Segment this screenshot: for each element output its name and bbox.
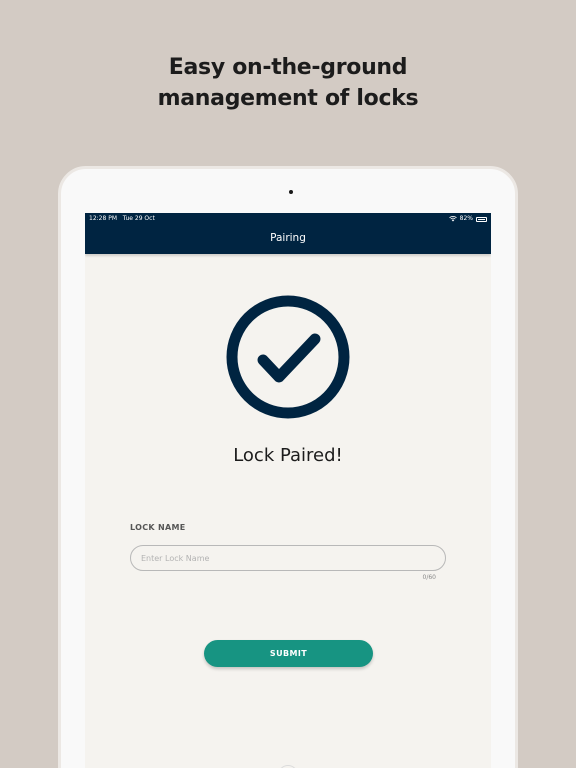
battery-icon xyxy=(476,216,487,222)
headline-line-2: management of locks xyxy=(157,86,419,111)
status-date: Tue 29 Oct xyxy=(122,215,155,222)
battery-percent: 82% xyxy=(459,215,473,222)
status-time: 12:28 PM xyxy=(89,215,117,222)
lock-name-input[interactable] xyxy=(130,545,446,571)
nav-title: Pairing xyxy=(270,232,306,244)
page-headline: Easy on-the-ground management of locks xyxy=(0,52,576,114)
camera-dot xyxy=(289,190,293,194)
marketing-page: Easy on-the-ground management of locks 1… xyxy=(0,0,576,768)
app-screen: 12:28 PM Tue 29 Oct 82% Pairing Lock Pai… xyxy=(85,213,491,768)
success-check-icon xyxy=(225,294,351,420)
wifi-icon xyxy=(448,216,457,222)
char-counter: 0/60 xyxy=(422,574,436,581)
status-bar: 12:28 PM Tue 29 Oct 82% xyxy=(85,213,491,225)
status-indicators: 82% xyxy=(448,213,487,225)
submit-button[interactable]: SUBMIT xyxy=(204,640,373,667)
nav-bar: Pairing xyxy=(85,225,491,254)
tablet-frame: 12:28 PM Tue 29 Oct 82% Pairing Lock Pai… xyxy=(58,166,518,768)
lock-name-label: LOCK NAME xyxy=(130,523,186,532)
headline-line-1: Easy on-the-ground xyxy=(168,55,408,80)
success-title: Lock Paired! xyxy=(233,445,343,466)
status-time-date: 12:28 PM Tue 29 Oct xyxy=(89,213,155,225)
